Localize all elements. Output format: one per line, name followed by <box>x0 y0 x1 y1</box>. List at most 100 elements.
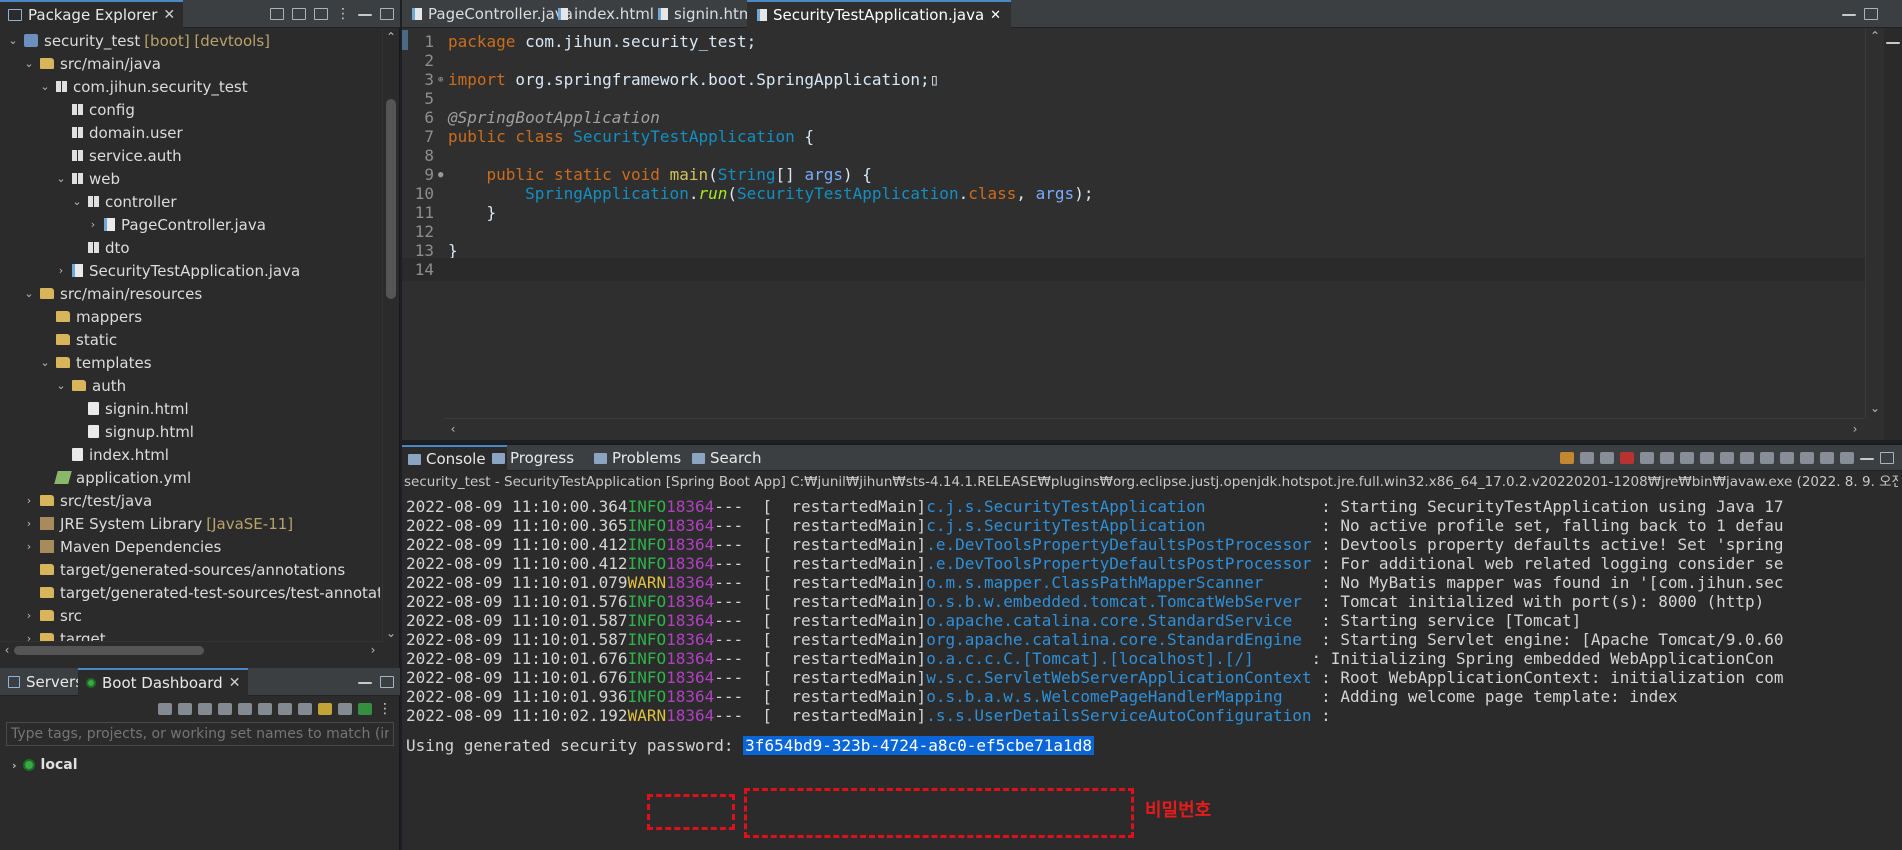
console-tab[interactable]: Progress <box>486 445 580 471</box>
minimize-icon[interactable] <box>358 14 372 16</box>
minimize-icon[interactable] <box>358 682 372 684</box>
tree-item[interactable]: mappers <box>0 305 142 328</box>
maximize-icon[interactable] <box>380 8 394 20</box>
tree-vertical-scrollbar[interactable]: ⌃ ⌄ <box>382 29 398 641</box>
word-wrap-icon[interactable] <box>1680 452 1694 464</box>
chevron-down-icon[interactable]: ⌄ <box>70 195 84 208</box>
gear-icon[interactable] <box>1840 452 1854 464</box>
tree-item[interactable]: ⌄ security_test [boot] [devtools] <box>0 29 270 52</box>
chevron-down-icon[interactable]: ⌄ <box>6 34 20 47</box>
chevron-down-icon[interactable]: ⌄ <box>54 172 68 185</box>
tree-item[interactable]: dto <box>0 236 130 259</box>
scrollbar-thumb[interactable] <box>14 646 204 655</box>
tree-item[interactable]: target/generated-test-sources/test-annot… <box>0 581 380 604</box>
chevron-right-icon[interactable]: › <box>22 540 36 553</box>
browser-icon[interactable] <box>298 703 312 715</box>
tree-item[interactable]: ⌄ controller <box>0 190 176 213</box>
tree-item[interactable]: domain.user <box>0 121 183 144</box>
scroll-down-icon[interactable]: ⌄ <box>384 625 398 641</box>
scroll-down-icon[interactable]: ⌄ <box>1868 400 1882 416</box>
tree-item[interactable]: › src <box>0 604 82 627</box>
restart-icon[interactable] <box>218 703 232 715</box>
scroll-right-icon[interactable]: › <box>1848 421 1862 437</box>
clear-console-icon[interactable] <box>1640 452 1654 464</box>
chevron-right-icon[interactable]: › <box>86 218 100 231</box>
scroll-right-icon[interactable]: › <box>366 642 380 658</box>
tree-horizontal-scrollbar[interactable]: ‹ › <box>0 641 382 658</box>
add-icon[interactable] <box>358 703 372 715</box>
editor-vertical-scrollbar[interactable]: ⌃ ⌄ <box>1865 28 1883 418</box>
open-console-icon[interactable] <box>1780 452 1794 464</box>
console-log[interactable]: Using generated security password: 3f654… <box>402 495 1868 850</box>
minimize-icon[interactable] <box>1842 14 1856 16</box>
editor-tab[interactable]: SecurityTestApplication.java ✕ <box>747 0 1012 28</box>
tree-item[interactable]: › SecurityTestApplication.java <box>0 259 300 282</box>
scroll-left-icon[interactable]: ‹ <box>446 421 460 437</box>
close-icon[interactable]: ✕ <box>229 675 241 691</box>
view-menu-icon[interactable]: ⋮ <box>378 701 392 717</box>
editor-tab[interactable]: index.html <box>548 0 664 28</box>
tree-item[interactable]: › JRE System Library [JavaSE-11] <box>0 512 293 535</box>
close-icon[interactable]: ✕ <box>990 8 1001 23</box>
lightbulb-icon[interactable] <box>318 703 332 715</box>
show-on-stderr-icon[interactable] <box>1720 452 1734 464</box>
chevron-down-icon[interactable]: ⌄ <box>54 379 68 392</box>
chevron-right-icon[interactable]: › <box>12 759 17 772</box>
local-target[interactable]: › local <box>12 754 78 776</box>
chevron-down-icon[interactable]: ⌄ <box>38 356 52 369</box>
start-icon[interactable] <box>158 703 172 715</box>
tree-item[interactable]: ⌄ templates <box>0 351 151 374</box>
maximize-icon[interactable] <box>1880 452 1894 464</box>
scroll-lock-icon[interactable] <box>1660 452 1674 464</box>
tree-item[interactable]: › src/test/java <box>0 489 152 512</box>
tree-item[interactable]: index.html <box>0 443 169 466</box>
terminate-icon[interactable] <box>1620 452 1634 464</box>
generated-password[interactable]: 3f654bd9-323b-4724-a8c0-ef5cbe71a1d8 <box>743 735 1094 755</box>
code-editor[interactable]: 1 package com.jihun.security_test; 2 3 ⊕ impo… <box>402 28 1868 418</box>
show-on-stdout-icon[interactable] <box>1700 452 1714 464</box>
pin-console-icon[interactable] <box>1740 452 1754 464</box>
remove-launch-icon[interactable] <box>1580 452 1594 464</box>
tree-item[interactable]: service.auth <box>0 144 182 167</box>
chevron-right-icon[interactable]: › <box>22 494 36 507</box>
close-icon[interactable]: ✕ <box>163 7 175 23</box>
collapse-all-icon[interactable] <box>270 8 284 20</box>
tree-item[interactable]: ⌄ src/main/java <box>0 52 161 75</box>
copy-icon[interactable] <box>1800 452 1814 464</box>
fold-marker-icon[interactable]: ● <box>438 170 446 180</box>
display-console-icon[interactable] <box>1760 452 1774 464</box>
tree-item[interactable]: ⌄ src/main/resources <box>0 282 202 305</box>
tree-item[interactable]: › PageController.java <box>0 213 266 236</box>
chevron-down-icon[interactable]: ⌄ <box>22 287 36 300</box>
tab-boot-dashboard[interactable]: Boot Dashboard ✕ <box>78 668 249 696</box>
chevron-down-icon[interactable]: ⌄ <box>22 57 36 70</box>
edit-icon[interactable] <box>278 703 292 715</box>
tree-item[interactable]: ⌄ com.jihun.security_test <box>0 75 247 98</box>
minimize-icon[interactable] <box>1860 458 1874 460</box>
tree-item[interactable]: › Maven Dependencies <box>0 535 221 558</box>
tree-item[interactable]: ⌄ web <box>0 167 120 190</box>
chevron-down-icon[interactable]: ⌄ <box>38 80 52 93</box>
minimize-icon[interactable] <box>1886 42 1900 44</box>
relaunch-icon[interactable] <box>1560 452 1574 464</box>
console-icon[interactable] <box>238 703 252 715</box>
chevron-right-icon[interactable]: › <box>22 609 36 622</box>
filter-icon[interactable] <box>338 703 352 715</box>
tree-item[interactable]: ⌄ auth <box>0 374 126 397</box>
maximize-icon[interactable] <box>1864 8 1878 20</box>
search-icon[interactable] <box>1820 452 1834 464</box>
tree-item[interactable]: application.yml <box>0 466 191 489</box>
tab-package-explorer[interactable]: Package Explorer ✕ <box>0 0 184 28</box>
scroll-left-icon[interactable]: ‹ <box>0 642 14 658</box>
fold-marker-icon[interactable]: ⊕ <box>438 75 446 85</box>
console-tab[interactable]: Search <box>686 445 768 471</box>
chevron-right-icon[interactable]: › <box>22 517 36 530</box>
remove-all-icon[interactable] <box>1600 452 1614 464</box>
tree-item[interactable]: signin.html <box>0 397 189 420</box>
link-with-editor-icon[interactable] <box>292 8 306 20</box>
tree-item[interactable]: config <box>0 98 135 121</box>
scroll-up-icon[interactable]: ⌃ <box>1868 28 1882 44</box>
filter-icon[interactable] <box>314 8 328 20</box>
scroll-up-icon[interactable]: ⌃ <box>384 29 398 45</box>
tree-item[interactable]: static <box>0 328 117 351</box>
